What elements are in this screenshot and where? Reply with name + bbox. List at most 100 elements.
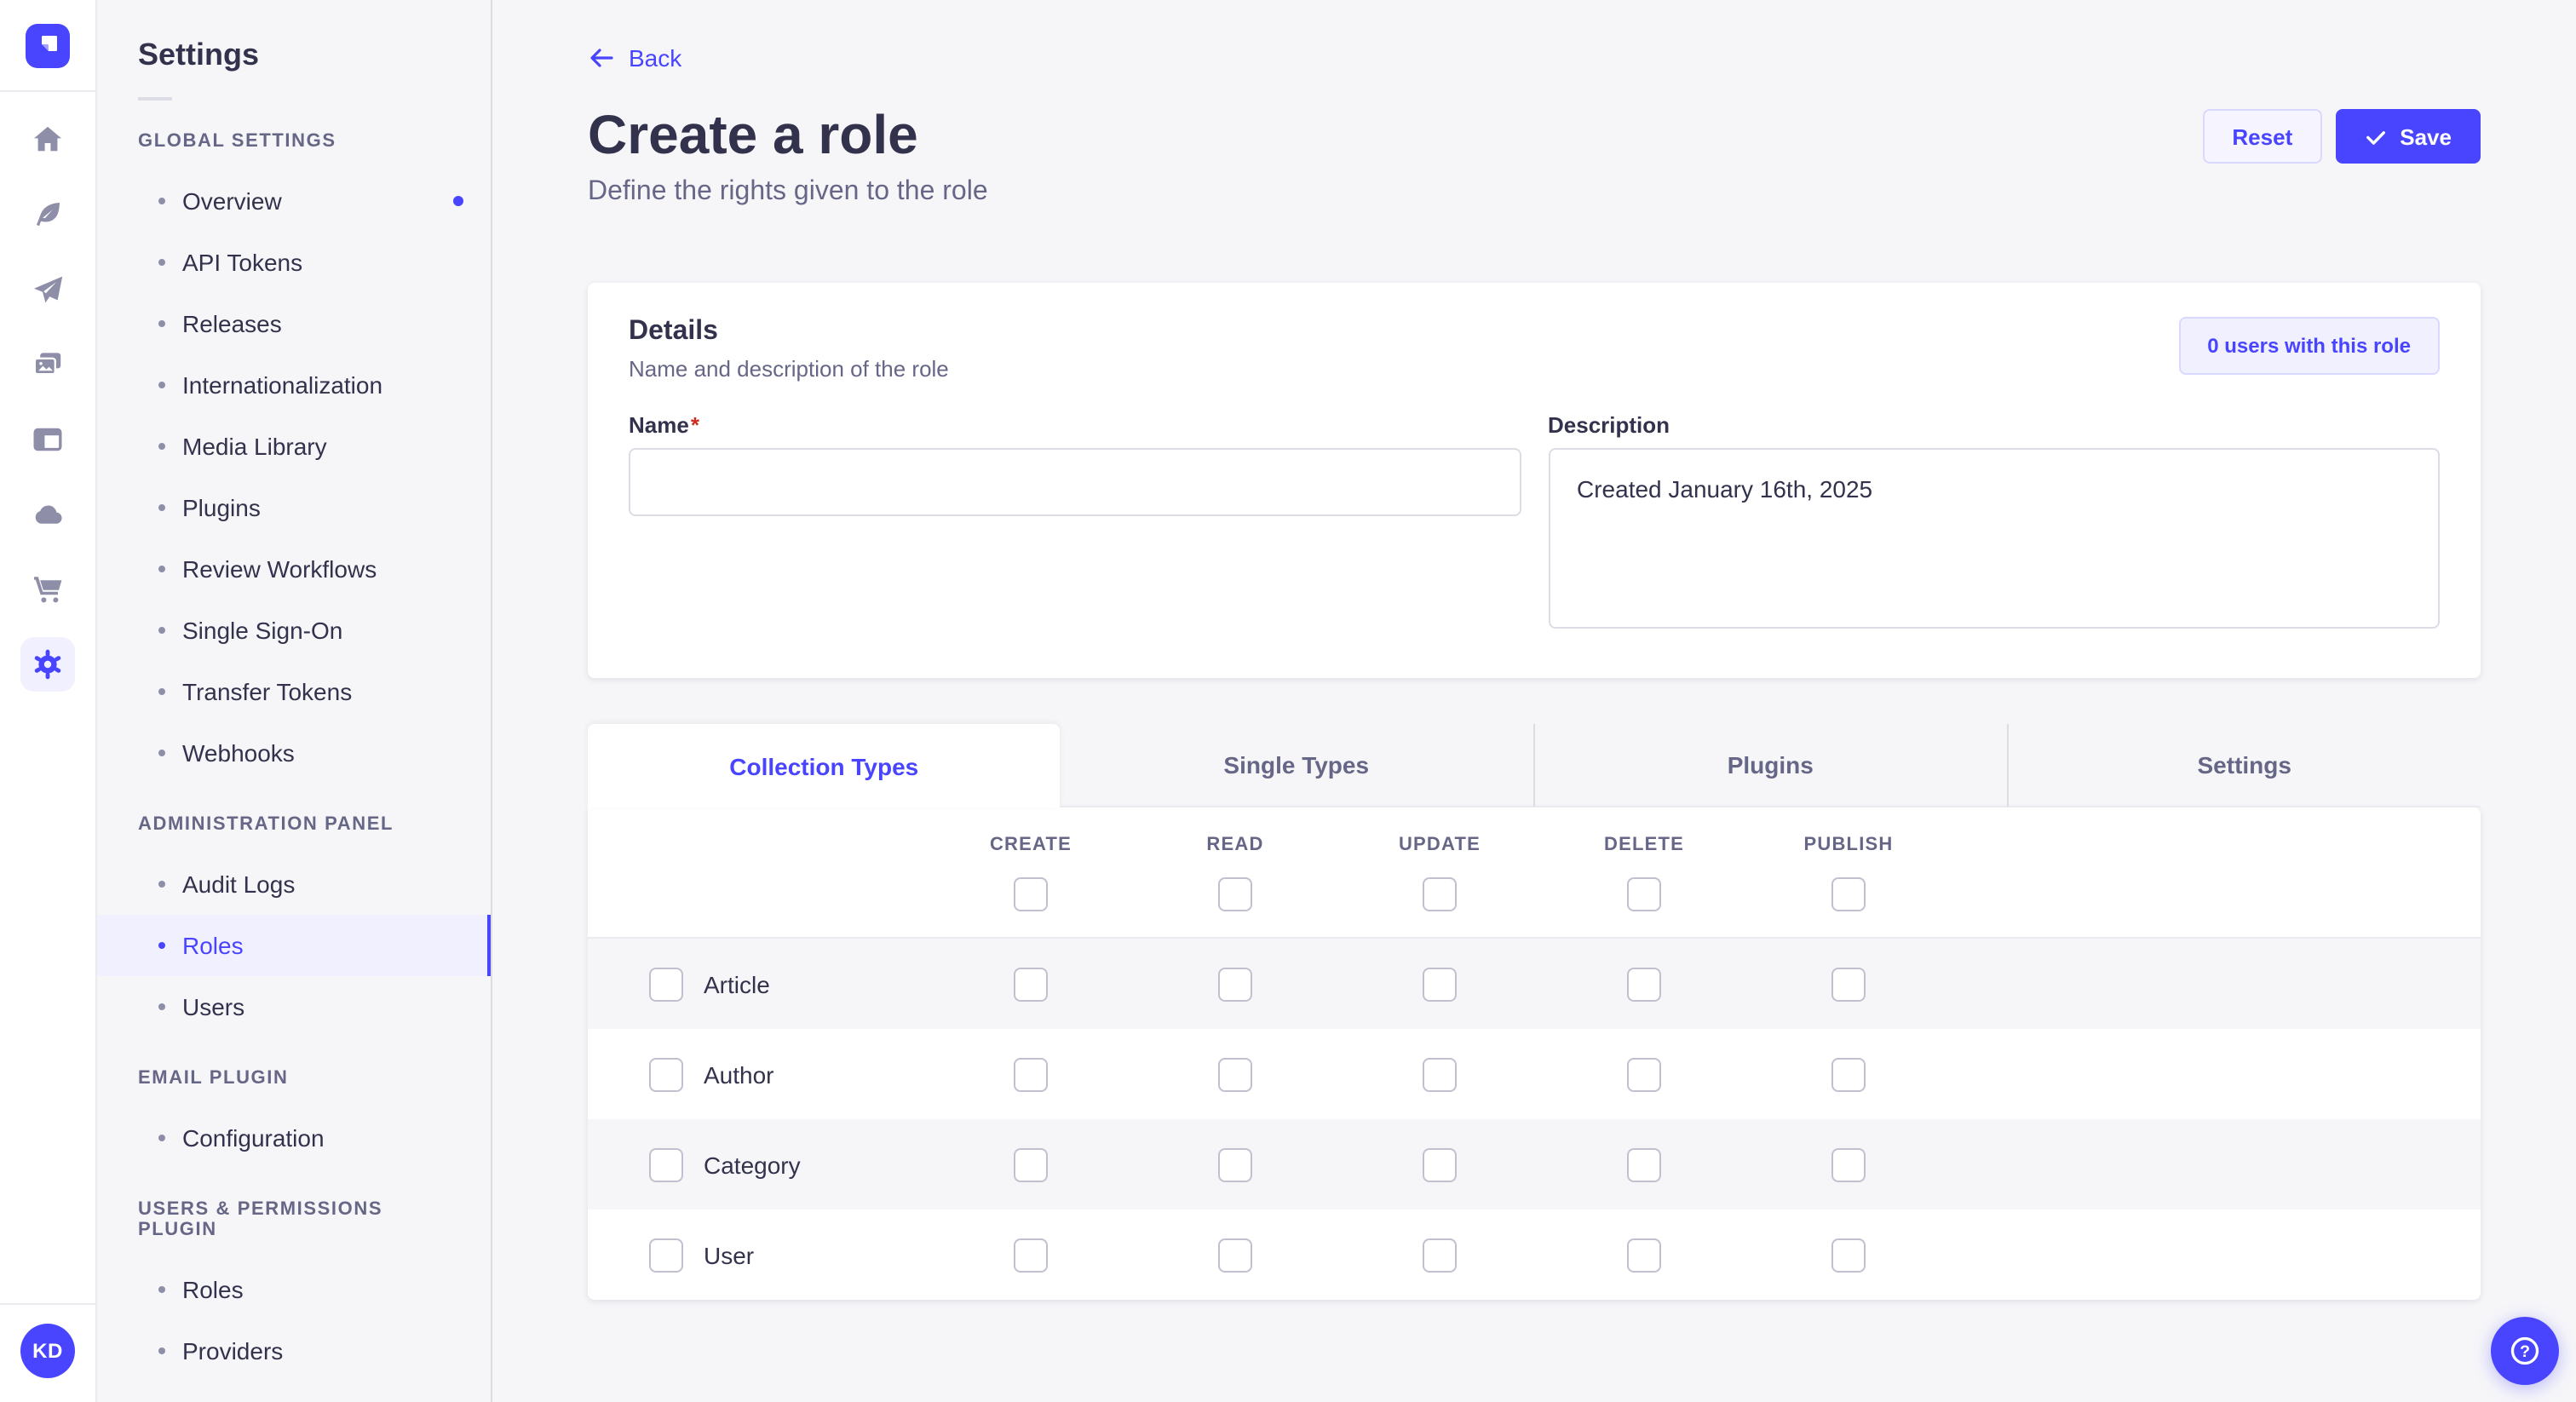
article-create-checkbox[interactable] (1014, 967, 1048, 1001)
table-row-article: Article (588, 939, 2481, 1029)
help-button[interactable]: ? (2491, 1317, 2559, 1385)
select-all-publish-checkbox[interactable] (1831, 877, 1866, 911)
user-update-checkbox[interactable] (1423, 1238, 1457, 1272)
bullet-icon (158, 566, 165, 572)
save-button[interactable]: Save (2335, 109, 2481, 164)
strapi-logo[interactable] (26, 24, 70, 68)
user-delete-checkbox[interactable] (1627, 1238, 1661, 1272)
user-row-checkbox[interactable] (649, 1238, 683, 1272)
sidebar-item-users[interactable]: Users (97, 976, 491, 1037)
article-update-checkbox[interactable] (1423, 967, 1457, 1001)
role-name-input[interactable] (629, 448, 1521, 516)
bullet-icon (158, 627, 165, 634)
category-read-checkbox[interactable] (1218, 1147, 1252, 1181)
author-update-checkbox[interactable] (1423, 1057, 1457, 1091)
article-delete-checkbox[interactable] (1627, 967, 1661, 1001)
sidebar-item-label: Overview (182, 187, 282, 215)
sidebar-item-up-roles[interactable]: Roles (97, 1259, 491, 1320)
sidebar-item-overview[interactable]: Overview (97, 170, 491, 232)
question-mark-icon: ? (2506, 1332, 2544, 1370)
arrow-left-icon (588, 44, 615, 72)
author-delete-checkbox[interactable] (1627, 1057, 1661, 1091)
sidebar-item-configuration[interactable]: Configuration (97, 1107, 491, 1169)
bullet-icon (158, 1135, 165, 1141)
role-description-textarea[interactable]: Created January 16th, 2025 (1548, 448, 2440, 629)
category-update-checkbox[interactable] (1423, 1147, 1457, 1181)
sidebar-item-label: Roles (182, 932, 244, 959)
sidebar-item-plugins[interactable]: Plugins (97, 477, 491, 538)
sidebar-item-audit-logs[interactable]: Audit Logs (97, 853, 491, 915)
bullet-icon (158, 881, 165, 888)
sidebar-item-label: Transfer Tokens (182, 678, 352, 705)
permissions-tabs: Collection Types Single Types Plugins Se… (588, 724, 2481, 807)
user-create-checkbox[interactable] (1014, 1238, 1048, 1272)
section-global-settings: GLOBAL SETTINGS (138, 131, 450, 152)
table-row-user: User (588, 1210, 2481, 1300)
back-link[interactable]: Back (588, 44, 681, 72)
tab-single-types[interactable]: Single Types (1061, 724, 1533, 807)
select-all-create-checkbox[interactable] (1014, 877, 1048, 911)
category-publish-checkbox[interactable] (1831, 1147, 1866, 1181)
feather-icon[interactable] (20, 187, 75, 242)
sidebar-item-releases[interactable]: Releases (97, 293, 491, 354)
sidebar-item-label: Webhooks (182, 739, 295, 767)
tab-collection-types[interactable]: Collection Types (588, 724, 1061, 807)
tab-settings[interactable]: Settings (2007, 724, 2481, 807)
sidebar-item-label: Internationalization (182, 371, 382, 399)
author-row-checkbox[interactable] (649, 1057, 683, 1091)
author-read-checkbox[interactable] (1218, 1057, 1252, 1091)
column-header-create: CREATE (990, 835, 1072, 855)
bullet-icon (158, 198, 165, 204)
select-all-update-checkbox[interactable] (1423, 877, 1457, 911)
user-avatar[interactable]: KD (20, 1324, 75, 1378)
select-all-read-checkbox[interactable] (1218, 877, 1252, 911)
tab-plugins[interactable]: Plugins (1532, 724, 2007, 807)
sidebar-item-media-library[interactable]: Media Library (97, 416, 491, 477)
author-publish-checkbox[interactable] (1831, 1057, 1866, 1091)
bullet-icon (158, 1003, 165, 1010)
paper-plane-icon[interactable] (20, 262, 75, 317)
home-icon[interactable] (20, 112, 75, 167)
details-subtitle: Name and description of the role (629, 356, 949, 382)
article-read-checkbox[interactable] (1218, 967, 1252, 1001)
category-create-checkbox[interactable] (1014, 1147, 1048, 1181)
column-header-read: READ (1206, 835, 1263, 855)
sidebar-item-review-workflows[interactable]: Review Workflows (97, 538, 491, 600)
sidebar-item-webhooks[interactable]: Webhooks (97, 722, 491, 784)
sidebar-item-api-tokens[interactable]: API Tokens (97, 232, 491, 293)
divider (138, 97, 172, 101)
cloud-icon[interactable] (20, 487, 75, 542)
layout-icon[interactable] (20, 412, 75, 467)
sidebar-item-transfer-tokens[interactable]: Transfer Tokens (97, 661, 491, 722)
sidebar-item-label: Providers (182, 1337, 283, 1365)
bullet-icon (158, 942, 165, 949)
row-label: Author (704, 1060, 774, 1088)
article-row-checkbox[interactable] (649, 967, 683, 1001)
select-all-delete-checkbox[interactable] (1627, 877, 1661, 911)
sidebar-item-single-sign-on[interactable]: Single Sign-On (97, 600, 491, 661)
bullet-icon (158, 320, 165, 327)
column-header-delete: DELETE (1604, 835, 1684, 855)
cart-icon[interactable] (20, 562, 75, 617)
sidebar-item-providers[interactable]: Providers (97, 1320, 491, 1382)
users-with-role-badge[interactable]: 0 users with this role (2178, 317, 2440, 375)
main-content: Back Create a role Define the rights giv… (492, 0, 2576, 1402)
pictures-icon[interactable] (20, 337, 75, 392)
sidebar-item-label: Single Sign-On (182, 617, 342, 644)
gear-icon[interactable] (20, 637, 75, 692)
user-read-checkbox[interactable] (1218, 1238, 1252, 1272)
category-row-checkbox[interactable] (649, 1147, 683, 1181)
sidebar-item-internationalization[interactable]: Internationalization (97, 354, 491, 416)
category-delete-checkbox[interactable] (1627, 1147, 1661, 1181)
bullet-icon (158, 443, 165, 450)
article-publish-checkbox[interactable] (1831, 967, 1866, 1001)
author-create-checkbox[interactable] (1014, 1057, 1048, 1091)
sidebar-item-label: Configuration (182, 1124, 325, 1152)
section-users-permissions-plugin: USERS & PERMISSIONS PLUGIN (138, 1199, 450, 1240)
user-publish-checkbox[interactable] (1831, 1238, 1866, 1272)
description-label: Description (1548, 412, 2440, 438)
reset-button[interactable]: Reset (2203, 109, 2321, 164)
bullet-icon (158, 750, 165, 756)
sidebar-item-label: Plugins (182, 494, 261, 521)
sidebar-item-roles[interactable]: Roles (97, 915, 491, 976)
